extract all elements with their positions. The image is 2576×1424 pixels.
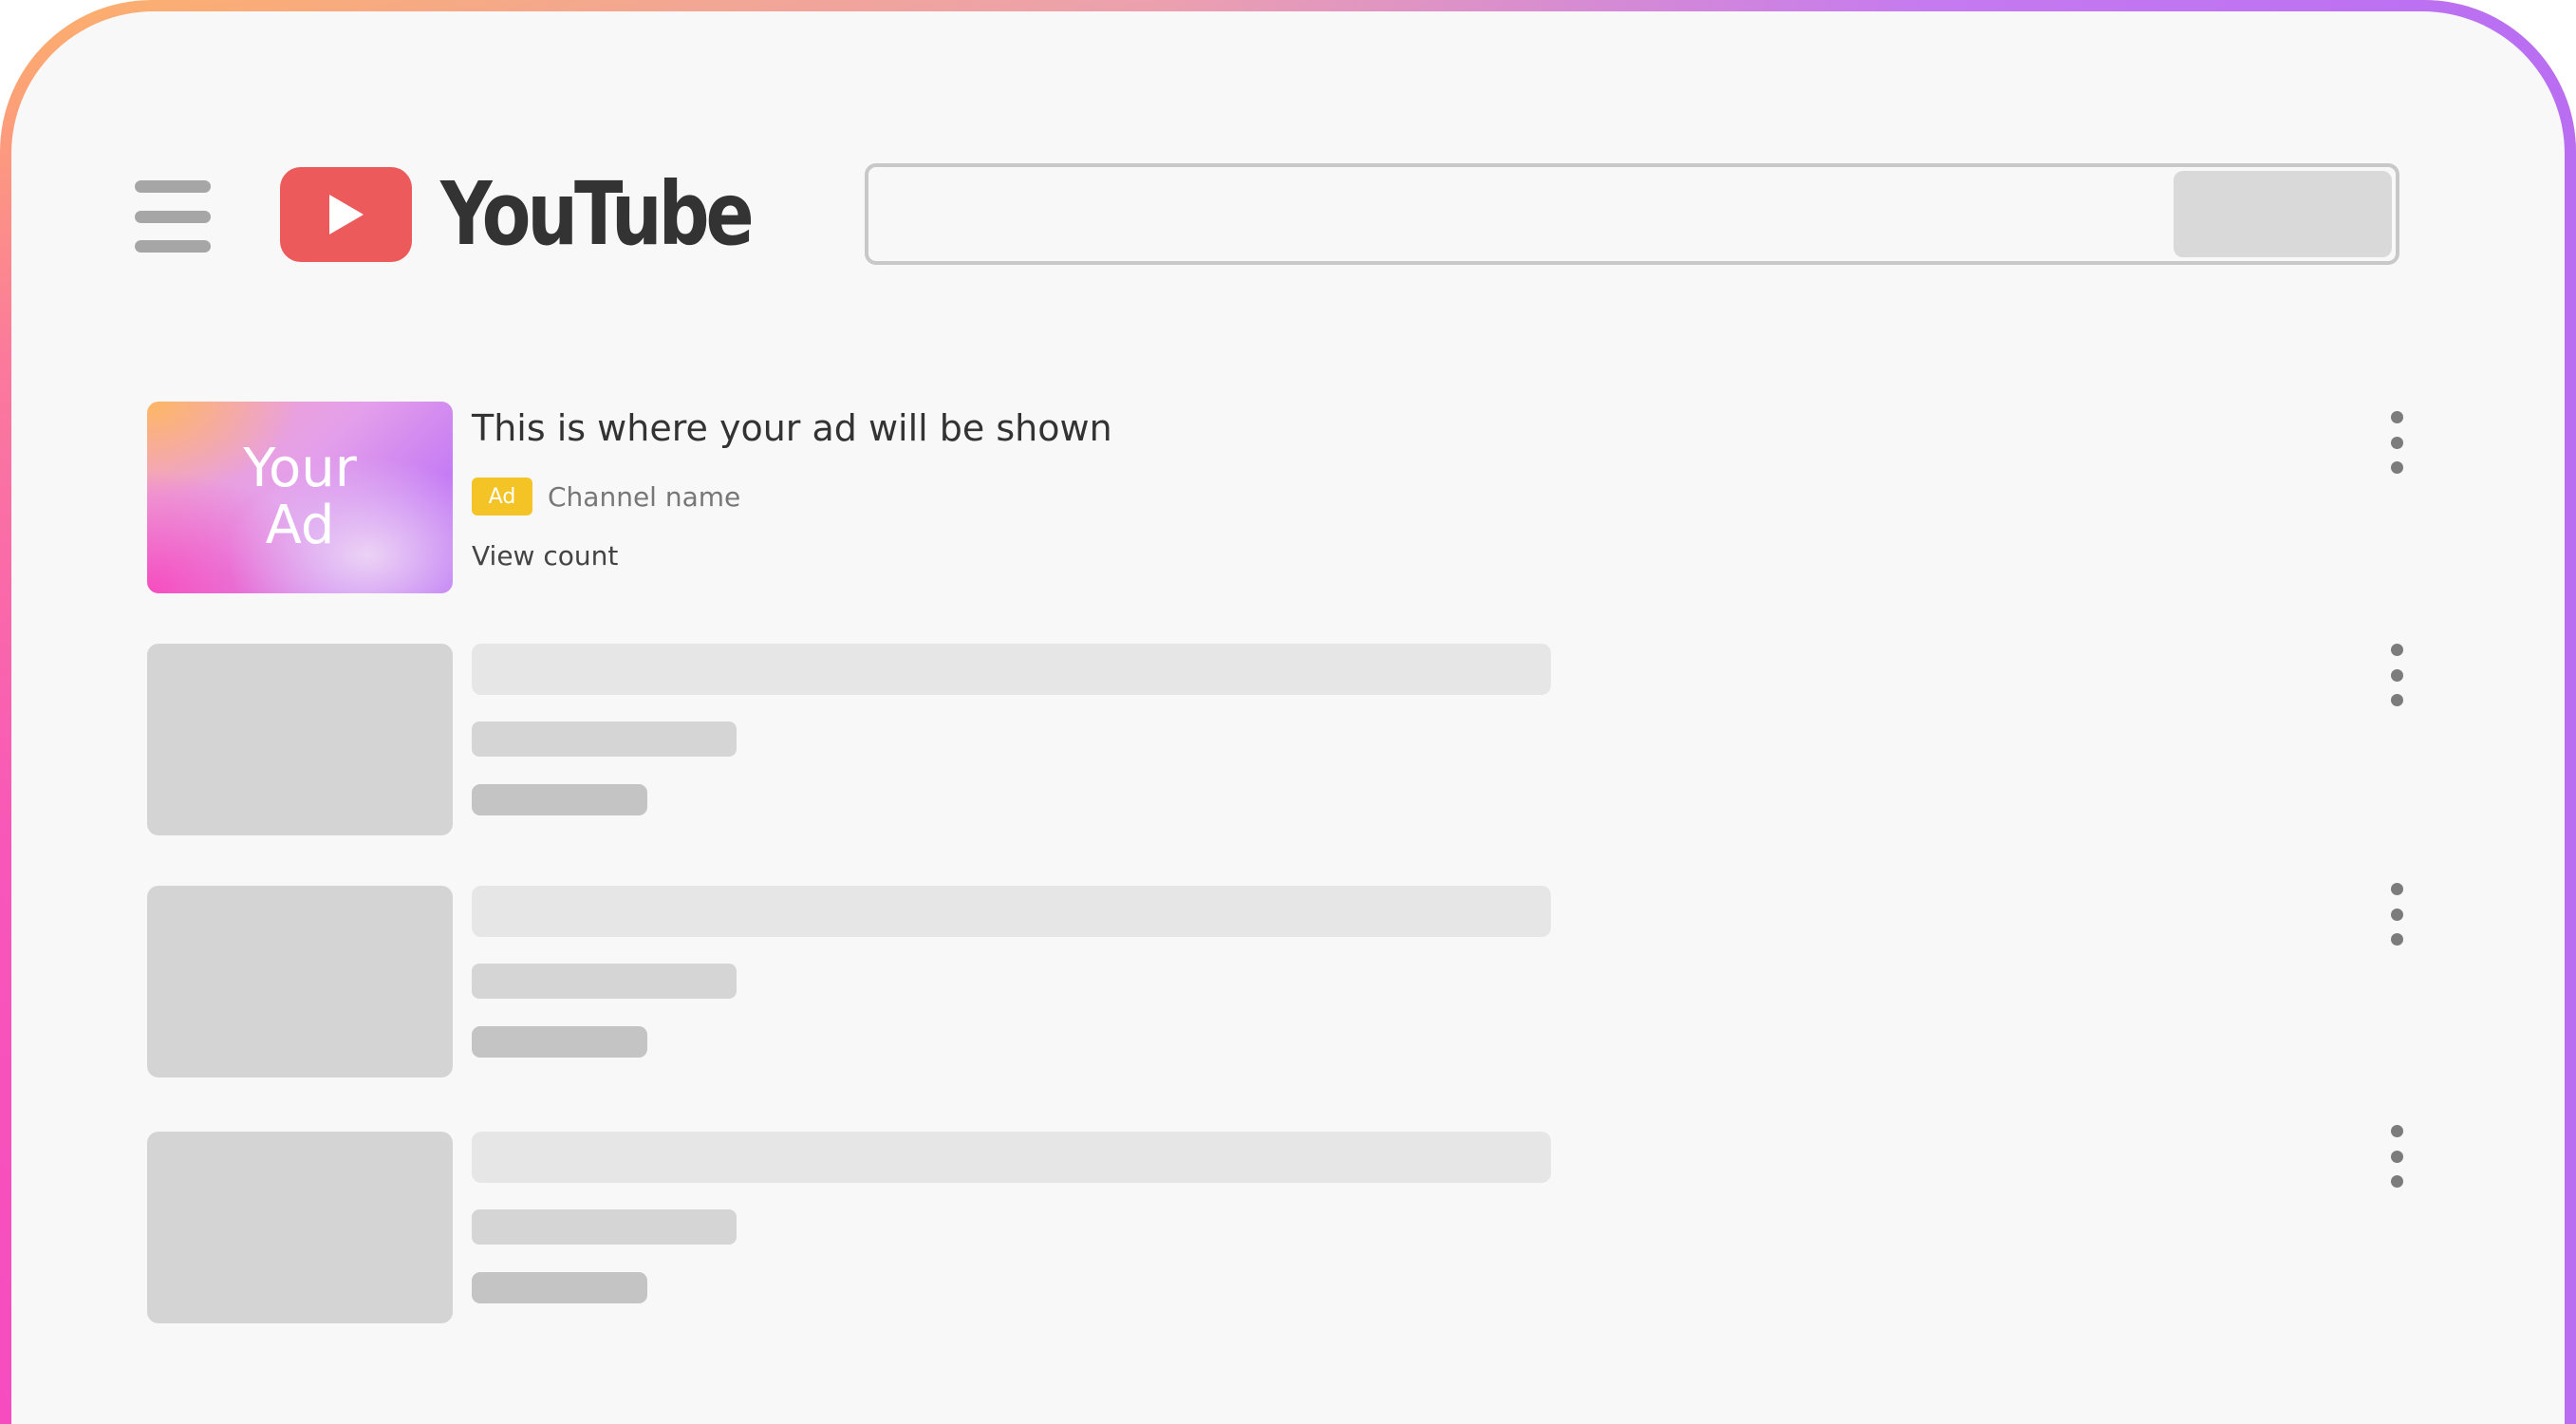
more-vert-icon[interactable] (2382, 644, 2411, 706)
channel-placeholder (472, 1209, 737, 1245)
logo-wordmark: YouTube (440, 163, 755, 265)
views-placeholder (472, 784, 647, 815)
list-item[interactable] (147, 644, 2406, 835)
title-placeholder (472, 1132, 1551, 1183)
screen: YouTube Your Ad This is where your ad wi… (11, 11, 2565, 1424)
ad-list-item[interactable]: Your Ad This is where your ad will be sh… (147, 402, 2406, 593)
view-count: View count (472, 540, 619, 571)
more-vert-icon[interactable] (2382, 1125, 2411, 1188)
channel-placeholder (472, 721, 737, 757)
ad-title[interactable]: This is where your ad will be shown (472, 407, 1112, 449)
views-placeholder (472, 1272, 647, 1303)
ad-meta: Ad Channel name (472, 478, 740, 515)
search-button[interactable] (2174, 171, 2392, 257)
device-frame: YouTube Your Ad This is where your ad wi… (0, 0, 2576, 1424)
ad-thumbnail[interactable]: Your Ad (147, 402, 453, 593)
title-placeholder (472, 886, 1551, 937)
title-placeholder (472, 644, 1551, 695)
ad-badge: Ad (472, 478, 532, 515)
channel-placeholder (472, 964, 737, 999)
thumbnail-placeholder[interactable] (147, 644, 453, 835)
channel-name[interactable]: Channel name (548, 481, 740, 513)
views-placeholder (472, 1026, 647, 1058)
list-item[interactable] (147, 1125, 2406, 1323)
ad-thumbnail-text: Your Ad (243, 438, 357, 556)
more-vert-icon[interactable] (2382, 411, 2411, 474)
more-vert-icon[interactable] (2382, 883, 2411, 946)
search-input[interactable] (884, 177, 2156, 253)
list-item[interactable] (147, 883, 2406, 1077)
thumbnail-placeholder[interactable] (147, 886, 453, 1077)
youtube-logo[interactable]: YouTube (280, 167, 818, 262)
play-icon (280, 167, 412, 262)
search-bar (865, 163, 2399, 265)
menu-icon[interactable] (135, 180, 211, 253)
thumbnail-placeholder[interactable] (147, 1132, 453, 1323)
